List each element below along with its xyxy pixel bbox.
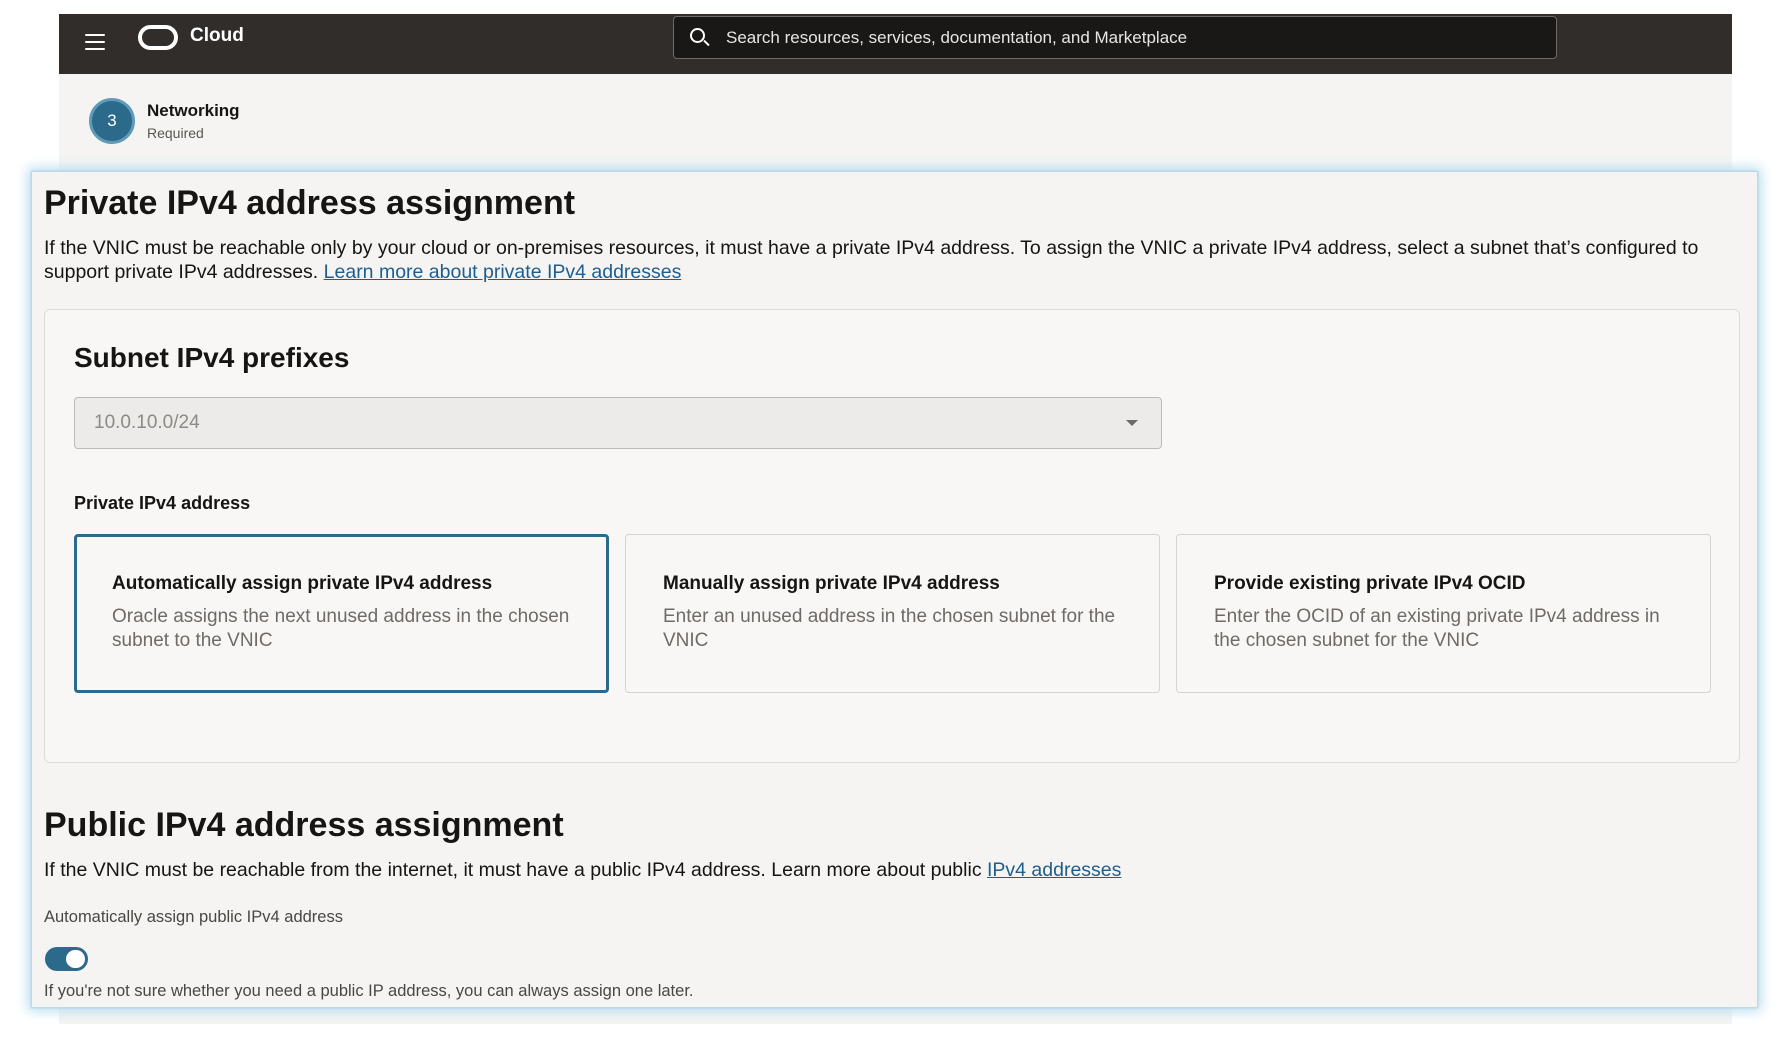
public-ip-toggle[interactable] bbox=[45, 947, 88, 971]
private-address-label: Private IPv4 address bbox=[74, 493, 251, 513]
subnet-select[interactable]: 10.0.10.0/24 bbox=[74, 397, 1162, 449]
app-name[interactable]: Cloud bbox=[190, 25, 244, 47]
chevron-down-icon bbox=[1126, 420, 1138, 426]
learn-more-private-link[interactable]: Learn more about private IPv4 addresses bbox=[324, 261, 682, 283]
hamburger-menu-icon[interactable] bbox=[85, 34, 105, 50]
option-existing-ocid[interactable]: Provide existing private IPv4 OCID Enter… bbox=[1176, 534, 1711, 693]
option-title: Automatically assign private IPv4 addres… bbox=[112, 573, 493, 594]
search-icon bbox=[688, 26, 712, 50]
step-subtitle: Required bbox=[147, 125, 204, 141]
search-input[interactable]: Search resources, services, documentatio… bbox=[673, 16, 1557, 59]
ip-assignment-panel: Private IPv4 address assignment If the V… bbox=[32, 172, 1757, 1007]
top-navigation-bar: Cloud Search resources, services, docume… bbox=[59, 14, 1732, 74]
toggle-knob bbox=[66, 950, 85, 968]
subnet-card: Subnet IPv4 prefixes 10.0.10.0/24 Privat… bbox=[44, 309, 1740, 763]
option-description: Oracle assigns the next unused address i… bbox=[112, 606, 570, 651]
option-title: Manually assign private IPv4 address bbox=[663, 573, 1000, 594]
oracle-logo-icon[interactable] bbox=[138, 25, 178, 50]
step-number-badge: 3 bbox=[89, 98, 135, 144]
search-placeholder: Search resources, services, documentatio… bbox=[726, 27, 1188, 47]
ipv4-addresses-link[interactable]: IPv4 addresses bbox=[987, 859, 1121, 881]
public-toggle-label: Automatically assign public IPv4 address bbox=[44, 908, 343, 926]
wizard-step-networking[interactable]: 3 Networking Required bbox=[89, 98, 240, 144]
subnet-title: Subnet IPv4 prefixes bbox=[74, 342, 350, 373]
option-description: Enter an unused address in the chosen su… bbox=[663, 606, 1116, 651]
private-section-title: Private IPv4 address assignment bbox=[44, 184, 576, 222]
option-description: Enter the OCID of an existing private IP… bbox=[1214, 606, 1660, 651]
public-section-title: Public IPv4 address assignment bbox=[44, 806, 564, 844]
option-title: Provide existing private IPv4 OCID bbox=[1214, 573, 1526, 594]
public-section-description: If the VNIC must be reachable from the i… bbox=[44, 858, 1744, 882]
public-description-text: If the VNIC must be reachable from the i… bbox=[44, 859, 982, 881]
private-description-text: If the VNIC must be reachable only by yo… bbox=[44, 237, 1699, 283]
subnet-select-value: 10.0.10.0/24 bbox=[94, 412, 200, 433]
option-manual-assign[interactable]: Manually assign private IPv4 address Ent… bbox=[625, 534, 1160, 693]
private-section-description: If the VNIC must be reachable only by yo… bbox=[44, 236, 1744, 284]
public-ip-hint: If you're not sure whether you need a pu… bbox=[44, 982, 694, 1000]
step-title: Networking bbox=[147, 101, 240, 120]
option-auto-assign[interactable]: Automatically assign private IPv4 addres… bbox=[74, 534, 609, 693]
